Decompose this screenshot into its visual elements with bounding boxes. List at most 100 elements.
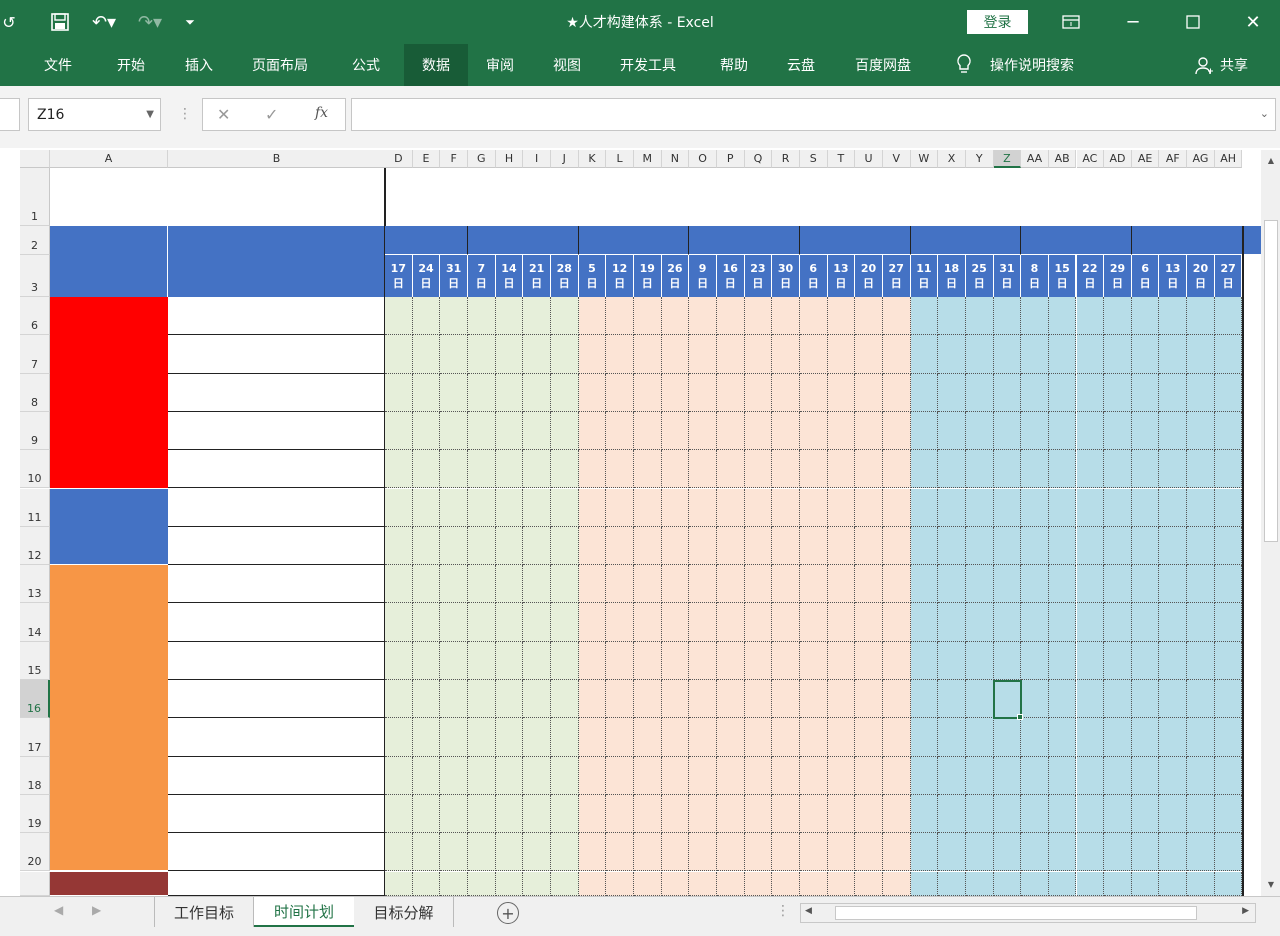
gantt-cell[interactable] <box>855 450 883 489</box>
column-header[interactable]: Y <box>965 150 994 168</box>
gantt-cell[interactable] <box>550 603 579 642</box>
gantt-cell[interactable] <box>993 718 1022 757</box>
gantt-cell[interactable] <box>633 680 662 719</box>
gantt-cell[interactable] <box>661 526 690 566</box>
gantt-cell[interactable] <box>1076 565 1105 604</box>
gantt-cell[interactable] <box>1187 718 1215 757</box>
gantt-cell[interactable] <box>716 565 745 604</box>
row-header[interactable]: 15 <box>20 641 50 680</box>
gantt-cell[interactable] <box>412 794 441 834</box>
gantt-cell[interactable] <box>1131 297 1160 336</box>
gantt-cell[interactable] <box>1131 565 1160 604</box>
gantt-cell[interactable] <box>1214 718 1243 757</box>
scroll-down-icon[interactable]: ▼ <box>1264 876 1278 892</box>
gantt-cell[interactable] <box>1187 526 1215 566</box>
gantt-cell[interactable] <box>744 680 773 719</box>
task-item[interactable] <box>168 526 386 566</box>
gantt-cell[interactable] <box>910 450 939 489</box>
gantt-cell[interactable] <box>855 794 883 834</box>
gantt-cell[interactable] <box>965 411 994 451</box>
gantt-cell[interactable] <box>523 756 551 795</box>
gantt-cell[interactable] <box>799 680 828 719</box>
gantt-cell[interactable] <box>938 756 966 795</box>
gantt-cell[interactable] <box>578 680 607 719</box>
task-item[interactable] <box>168 335 386 374</box>
task-item[interactable] <box>168 373 386 412</box>
gantt-cell[interactable] <box>993 488 1022 527</box>
task-item[interactable] <box>168 411 386 451</box>
prev-sheet-icon[interactable]: ◀ <box>54 903 63 917</box>
gantt-cell[interactable] <box>938 718 966 757</box>
gantt-cell[interactable] <box>1214 335 1243 374</box>
gantt-cell[interactable] <box>661 756 690 795</box>
gantt-cell[interactable] <box>1214 756 1243 795</box>
column-header[interactable]: AG <box>1187 150 1215 168</box>
next-sheet-icon[interactable]: ▶ <box>92 903 101 917</box>
gantt-cell[interactable] <box>661 833 690 872</box>
gantt-cell[interactable] <box>993 756 1022 795</box>
gantt-cell[interactable] <box>1214 450 1243 489</box>
gantt-cell[interactable] <box>1021 603 1049 642</box>
gantt-cell[interactable] <box>965 450 994 489</box>
gantt-cell[interactable] <box>716 641 745 680</box>
gantt-cell[interactable] <box>772 641 800 680</box>
gantt-cell[interactable] <box>689 335 717 374</box>
gantt-cell[interactable] <box>882 833 911 872</box>
column-header[interactable]: I <box>523 150 551 168</box>
gantt-cell[interactable] <box>744 335 773 374</box>
gantt-cell[interactable] <box>993 794 1022 834</box>
gantt-cell[interactable] <box>744 565 773 604</box>
gantt-cell[interactable] <box>440 603 468 642</box>
gantt-cell[interactable] <box>412 526 441 566</box>
gantt-cell[interactable] <box>385 603 413 642</box>
gantt-cell[interactable] <box>467 565 496 604</box>
gantt-cell[interactable] <box>799 335 828 374</box>
gantt-cell[interactable] <box>965 794 994 834</box>
gantt-cell[interactable] <box>1159 603 1188 642</box>
gantt-cell[interactable] <box>440 488 468 527</box>
gantt-cell[interactable] <box>882 603 911 642</box>
gantt-cell[interactable] <box>799 297 828 336</box>
gantt-cell[interactable] <box>661 718 690 757</box>
gantt-cell[interactable] <box>1048 603 1077 642</box>
gantt-cell[interactable] <box>1159 833 1188 872</box>
gantt-cell[interactable] <box>910 335 939 374</box>
gantt-cell[interactable] <box>910 411 939 451</box>
gantt-cell[interactable] <box>1131 411 1160 451</box>
gantt-cell[interactable] <box>855 756 883 795</box>
gantt-cell[interactable] <box>744 488 773 527</box>
gantt-cell[interactable] <box>827 565 856 604</box>
gantt-cell[interactable] <box>523 833 551 872</box>
gantt-cell[interactable] <box>633 297 662 336</box>
gantt-cell[interactable] <box>385 450 413 489</box>
gantt-cell[interactable] <box>550 565 579 604</box>
gantt-cell[interactable] <box>440 450 468 489</box>
gantt-cell[interactable] <box>661 297 690 336</box>
gantt-cell[interactable] <box>1104 756 1132 795</box>
gantt-cell[interactable] <box>1131 603 1160 642</box>
gantt-cell[interactable] <box>578 411 607 451</box>
gantt-cell[interactable] <box>1159 794 1188 834</box>
gantt-cell[interactable] <box>744 450 773 489</box>
gantt-cell[interactable] <box>440 833 468 872</box>
gantt-cell[interactable] <box>606 641 634 680</box>
gantt-cell[interactable] <box>633 871 662 896</box>
gantt-cell[interactable] <box>716 488 745 527</box>
gantt-cell[interactable] <box>440 335 468 374</box>
gantt-cell[interactable] <box>772 335 800 374</box>
gantt-cell[interactable] <box>578 488 607 527</box>
gantt-cell[interactable] <box>606 794 634 834</box>
gantt-cell[interactable] <box>1104 794 1132 834</box>
row-header[interactable]: 8 <box>20 373 50 412</box>
gantt-cell[interactable] <box>1021 565 1049 604</box>
scroll-left-icon[interactable]: ◀ <box>805 906 812 916</box>
gantt-cell[interactable] <box>716 871 745 896</box>
gantt-cell[interactable] <box>495 871 524 896</box>
gantt-cell[interactable] <box>744 297 773 336</box>
gantt-cell[interactable] <box>938 297 966 336</box>
task-item[interactable] <box>168 871 386 896</box>
gantt-cell[interactable] <box>385 641 413 680</box>
gantt-cell[interactable] <box>385 756 413 795</box>
gantt-cell[interactable] <box>993 373 1022 412</box>
gantt-cell[interactable] <box>495 373 524 412</box>
